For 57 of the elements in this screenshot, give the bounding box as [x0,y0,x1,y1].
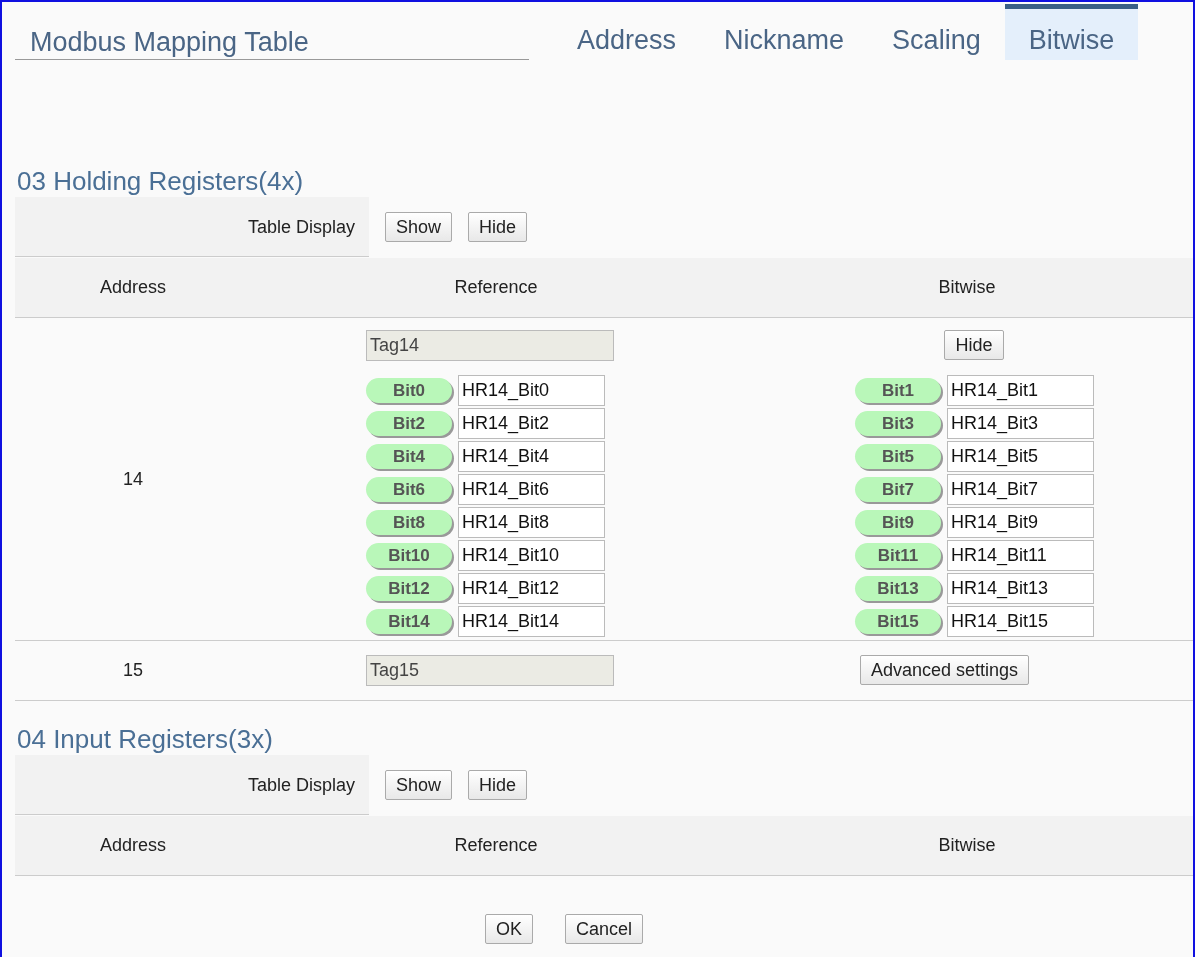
input-field[interactable]: HR14_Bit0 [458,375,605,406]
display-button[interactable]: Show [385,770,453,800]
column-header: Reference [454,834,538,857]
input-field[interactable]: HR14_Bit14 [458,606,605,637]
input-field[interactable]: HR14_Bit9 [947,507,1094,538]
input-field[interactable]: HR14_Bit3 [947,408,1094,439]
column-header: Address [99,276,166,299]
column-header: Reference [454,276,538,299]
dialog-button[interactable]: Cancel [565,914,643,944]
bit-label: Bit12 [366,576,452,601]
address-cell-text: 15 [123,659,143,682]
address-cell-text: 14 [123,467,143,491]
dialog-button[interactable]: OK [484,914,533,944]
tab[interactable]: Bitwise [1004,4,1139,60]
bit-label: Bit6 [366,477,452,502]
bit-label: Bit11 [855,543,941,568]
column-header: Bitwise [938,834,996,857]
hide-button[interactable]: Hide [944,330,1004,360]
bit-label: Bit0 [366,378,452,403]
bit-label: Bit10 [366,543,452,568]
tab[interactable]: Scaling [868,4,1005,60]
input-field[interactable]: HR14_Bit6 [458,474,605,505]
input-field[interactable]: HR14_Bit8 [458,507,605,538]
input-field[interactable]: HR14_Bit2 [458,408,605,439]
bit-label: Bit5 [855,444,941,469]
column-header: Address [99,834,166,857]
advanced-settings-button[interactable]: Advanced settings [860,655,1030,685]
input-field[interactable]: HR14_Bit12 [458,573,605,604]
section-heading: 03 Holding Registers(4x) [16,165,305,197]
input-field[interactable]: HR14_Bit7 [947,474,1094,505]
page-title: Modbus Mapping Table [15,4,529,60]
column-header: Bitwise [938,276,996,299]
input-field[interactable]: HR14_Bit4 [458,441,605,472]
input-field[interactable]: HR14_Bit10 [458,540,605,571]
display-button[interactable]: Show [385,212,453,242]
input-field[interactable]: HR14_Bit15 [947,606,1094,637]
input-field[interactable]: HR14_Bit1 [947,375,1094,406]
bit-label: Bit4 [366,444,452,469]
bit-label: Bit13 [855,576,941,601]
input-field[interactable]: HR14_Bit13 [947,573,1094,604]
tab[interactable]: Address [553,4,701,60]
bit-label: Bit15 [855,609,941,634]
display-button[interactable]: Hide [468,212,528,242]
bit-label: Bit2 [366,411,452,436]
tab[interactable]: Nickname [700,4,869,60]
bit-label: Bit1 [855,378,941,403]
input-field[interactable]: HR14_Bit5 [947,441,1094,472]
row-label: Table Display [246,774,356,797]
section-heading: 04 Input Registers(3x) [16,723,274,755]
input-field[interactable]: HR14_Bit11 [947,540,1094,571]
bit-label: Bit9 [855,510,941,535]
bit-label: Bit14 [366,609,452,634]
bit-label: Bit3 [855,411,941,436]
bit-label: Bit8 [366,510,452,535]
bit-label: Bit7 [855,477,941,502]
row-label: Table Display [246,216,356,239]
display-button[interactable]: Hide [468,770,528,800]
